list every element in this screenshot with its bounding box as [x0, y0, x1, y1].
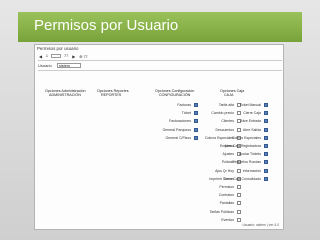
- permission-label: General C/Pisos: [165, 135, 191, 140]
- toolbar-first-button[interactable]: ◀: [38, 54, 43, 59]
- permission-row: Descuentos: [216, 127, 241, 133]
- column-header: CAJA: [224, 93, 234, 98]
- toolbar-zoom-label[interactable]: ⊕ 77: [78, 54, 88, 59]
- permission-label: Tarifa alta: [218, 103, 234, 107]
- permission-label: Abre Salida: [242, 127, 261, 132]
- permission-label: Cierre Caja: [243, 111, 261, 116]
- permission-checkbox[interactable]: [237, 185, 241, 189]
- permission-checkbox[interactable]: [264, 160, 268, 165]
- permission-label: Ajus Qr Hoy: [215, 168, 234, 173]
- slide: Permisos por Usuario Permisos por usuari…: [0, 0, 320, 240]
- permission-row: Permisos: [219, 184, 241, 190]
- permission-label: Pequeños Rondas: [232, 160, 261, 165]
- permission-checkbox[interactable]: [264, 176, 268, 181]
- permission-row: Facturas: [177, 102, 198, 108]
- permission-label: Abre Entrada: [240, 119, 261, 124]
- permission-row: Abre Salida: [243, 127, 268, 133]
- permission-row: Cobros Especiales: [232, 135, 268, 141]
- permission-checkbox[interactable]: [194, 103, 198, 107]
- toolbar-divider: [38, 60, 282, 61]
- permission-label: Anular Tickets: [239, 152, 261, 157]
- permission-row: Ticket: [182, 110, 198, 116]
- column-header: REPORTES: [101, 93, 122, 98]
- column-header: ADMINISTRACIÓN: [49, 93, 81, 98]
- permission-label: Abre Caja Registradora: [224, 144, 261, 148]
- permission-checkbox[interactable]: [237, 209, 241, 214]
- permission-row: Abre Entrada: [240, 118, 268, 124]
- permission-checkbox[interactable]: [264, 152, 268, 157]
- permission-checkbox[interactable]: [264, 119, 268, 124]
- permission-row: Pequeños Rondas: [232, 159, 268, 165]
- permission-label: Ajustes: [222, 152, 234, 157]
- permission-label: Cobros Especiales: [231, 135, 261, 140]
- permission-label: Descuentos: [215, 127, 234, 132]
- window-title: Permisos por usuario: [37, 46, 79, 51]
- toolbar: ◀ 1 77 ▶ ⊕ 77: [38, 53, 89, 59]
- user-filter-input[interactable]: sistem: [57, 62, 81, 68]
- permission-checkbox[interactable]: [264, 135, 268, 140]
- permission-row: Información: [243, 168, 268, 174]
- permission-checkbox[interactable]: [237, 201, 241, 206]
- toolbar-count-label: 77: [64, 54, 69, 58]
- permission-label: Ticket Manual: [239, 103, 261, 107]
- permission-label: Facturas: [177, 103, 191, 107]
- permission-row: Contratos: [219, 192, 241, 198]
- permission-label: Facturaciones: [169, 119, 191, 124]
- permission-label: Permisos: [219, 185, 234, 189]
- permission-checkbox[interactable]: [237, 193, 241, 198]
- permission-row: Tarifa alta: [219, 102, 241, 108]
- permission-checkbox[interactable]: [194, 135, 198, 140]
- permission-checkbox[interactable]: [237, 168, 241, 173]
- permission-label: Eventos: [221, 217, 234, 222]
- permission-checkbox[interactable]: [264, 144, 268, 148]
- permission-checkbox[interactable]: [264, 168, 268, 173]
- toolbar-page-input[interactable]: [51, 54, 62, 58]
- column-header: CONFIGURACIÓN: [159, 93, 191, 98]
- permission-row: Clientes: [221, 118, 241, 124]
- permission-checkbox[interactable]: [264, 127, 268, 132]
- permissions-window: Permisos por usuario ◀ 1 77 ▶ ⊕ 77 Usuar…: [34, 44, 284, 230]
- filter-divider: [38, 70, 282, 71]
- permission-checkbox[interactable]: [264, 103, 268, 107]
- permission-checkbox[interactable]: [237, 127, 241, 132]
- permission-label: Ticket: [181, 111, 191, 116]
- permission-row: Facturaciones: [169, 118, 198, 124]
- permission-label: Clientes: [221, 119, 234, 124]
- permission-row: Eventos: [221, 217, 241, 223]
- permission-row: Abre Caja Registradora: [224, 143, 268, 149]
- permission-label: Pantallas: [219, 201, 234, 206]
- permission-row: Ticket Manual: [239, 102, 268, 108]
- user-filter-label: Usuario: [38, 63, 52, 68]
- permission-row: Ajus Qr Hoy: [215, 168, 241, 174]
- toolbar-next-button[interactable]: ▶: [71, 54, 76, 59]
- permission-checkbox[interactable]: [194, 127, 198, 132]
- permission-checkbox[interactable]: [194, 111, 198, 116]
- permission-row: Anular Tickets: [239, 151, 268, 157]
- permission-label: Cambio precio: [211, 111, 234, 116]
- permission-label: Información: [242, 168, 261, 173]
- permission-checkbox[interactable]: [237, 111, 241, 116]
- slide-title: Permisos por Usuario: [34, 17, 179, 34]
- permission-checkbox[interactable]: [264, 111, 268, 116]
- permission-row: Cierre Caja: [243, 110, 268, 116]
- permission-row: General Parqueos: [163, 127, 198, 133]
- permission-label: Tarifas Públicas: [209, 209, 234, 214]
- permission-row: General C/Pisos: [166, 135, 198, 141]
- permission-checkbox[interactable]: [237, 217, 241, 222]
- permission-row: Cambio precio: [211, 110, 241, 116]
- permission-row: Tarifas Públicas: [209, 209, 241, 215]
- toolbar-page-label: 1: [45, 54, 49, 58]
- permission-label: Imprimir Cierre Caja Consolidado: [209, 176, 261, 181]
- permission-label: Contratos: [218, 193, 234, 198]
- permission-label: General Parqueos: [162, 127, 191, 132]
- permission-row: Imprimir Cierre Caja Consolidado: [209, 176, 268, 182]
- permission-label: Cobros Especiales: [204, 135, 234, 140]
- status-text: Usuario: sistem | ver 4.0: [242, 223, 280, 227]
- permission-row: Pantallas: [220, 200, 241, 206]
- permission-checkbox[interactable]: [194, 119, 198, 124]
